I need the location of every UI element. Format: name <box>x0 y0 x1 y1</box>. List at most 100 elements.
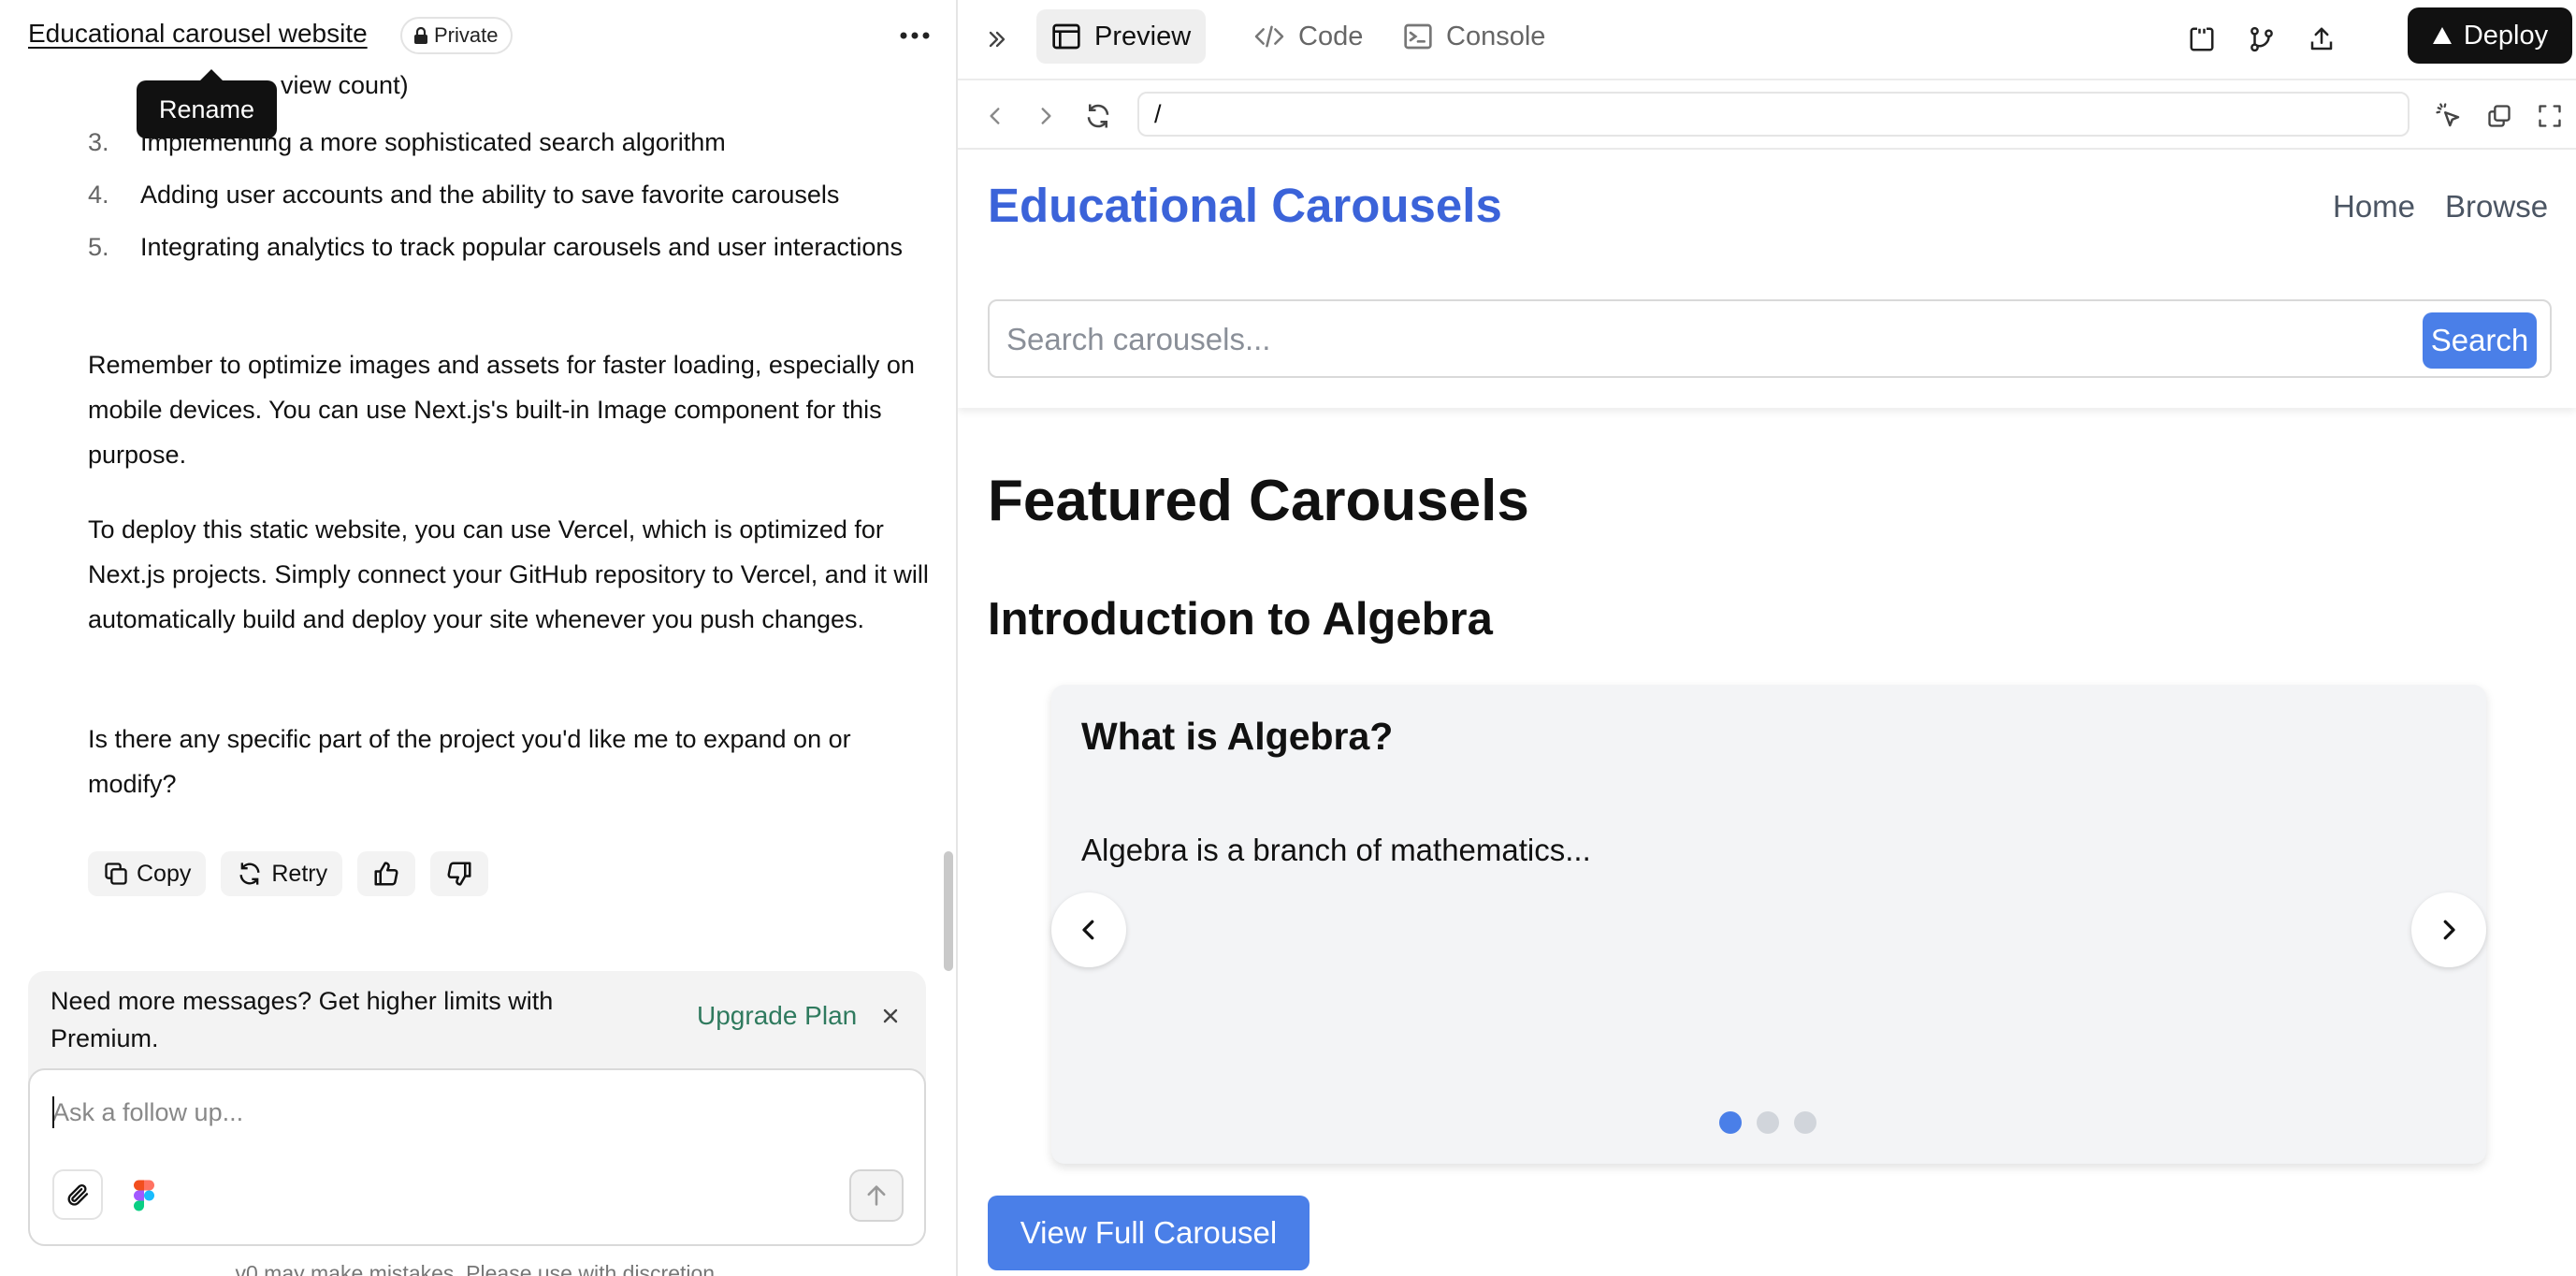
view-full-carousel-button[interactable]: View Full Carousel <box>988 1196 1310 1270</box>
lock-icon <box>413 27 428 44</box>
refresh-icon <box>1084 102 1112 130</box>
retry-button[interactable]: Retry <box>221 851 343 896</box>
chevrons-right-icon <box>984 26 1010 52</box>
collapse-sidebar-button[interactable] <box>978 21 1016 58</box>
search-button[interactable]: Search <box>2423 312 2537 369</box>
message-actions: Copy Retry <box>88 851 489 896</box>
chat-panel: Educational carousel website Private Ren… <box>0 0 956 1276</box>
window-expand-icon <box>2188 25 2216 53</box>
thumbs-up-button[interactable] <box>357 851 416 896</box>
fullscreen-button[interactable] <box>2529 95 2570 137</box>
url-field[interactable]: / <box>1137 92 2410 137</box>
reload-button[interactable] <box>1078 95 1119 137</box>
nav-link-browse[interactable]: Browse <box>2445 189 2548 225</box>
visibility-badge[interactable]: Private <box>400 17 514 54</box>
disclaimer-text: v0 may make mistakes. Please use with di… <box>235 1261 721 1276</box>
rename-tooltip: Rename <box>137 69 278 138</box>
search-input[interactable] <box>1006 316 2316 363</box>
slide-title: What is Algebra? <box>1081 715 1394 758</box>
url-text: / <box>1154 99 1162 128</box>
more-horizontal-icon <box>900 32 930 39</box>
preview-url-bar: / <box>958 82 2576 150</box>
tab-label: Preview <box>1094 21 1192 51</box>
deploy-button[interactable]: Deploy <box>2408 7 2572 64</box>
upgrade-plan-link[interactable]: Upgrade Plan <box>697 1001 857 1031</box>
tab-console[interactable]: Console <box>1388 9 1560 64</box>
follow-up-input[interactable] <box>52 1093 894 1132</box>
close-icon <box>882 1008 899 1024</box>
site-header: Educational Carousels Home Browse Search <box>958 150 2576 408</box>
carousel: What is Algebra? Algebra is a branch of … <box>1051 685 2486 1164</box>
retry-label: Retry <box>271 860 328 887</box>
open-in-new-window-button[interactable] <box>2181 19 2222 60</box>
chevron-right-icon <box>2435 916 2463 944</box>
tab-label: Code <box>1298 21 1364 51</box>
carousel-dot[interactable] <box>1794 1111 1816 1134</box>
list-number: 4. <box>88 181 109 209</box>
response-paragraph: Is there any specific part of the projec… <box>88 725 851 798</box>
list-item: 4. Adding user accounts and the ability … <box>88 172 911 217</box>
slide-text: Algebra is a branch of mathematics... <box>1081 833 1591 867</box>
carousel-next-button[interactable] <box>2411 892 2486 967</box>
project-title[interactable]: Educational carousel website <box>28 19 368 49</box>
more-options-button[interactable] <box>896 17 933 54</box>
arrow-up-icon <box>863 1182 890 1209</box>
open-new-tab-button[interactable] <box>2479 95 2520 137</box>
copy-label: Copy <box>137 860 192 887</box>
close-banner-button[interactable] <box>877 1003 904 1029</box>
upload-icon <box>2308 25 2336 53</box>
site-logo-title[interactable]: Educational Carousels <box>988 178 1502 233</box>
git-branch-icon <box>2248 25 2276 53</box>
paperclip-icon <box>65 1182 91 1208</box>
list-text: Adding user accounts and the ability to … <box>140 181 840 209</box>
share-button[interactable] <box>2301 19 2342 60</box>
list-number: 3. <box>88 128 109 156</box>
chevron-left-icon <box>1075 916 1103 944</box>
figma-import-button[interactable] <box>125 1175 163 1216</box>
thumbs-down-button[interactable] <box>430 851 489 896</box>
element-select-button[interactable] <box>2428 95 2469 137</box>
attach-button[interactable] <box>52 1169 103 1220</box>
chevron-left-icon <box>983 104 1007 128</box>
tab-code[interactable]: Code <box>1238 9 1378 64</box>
truncated-list-line: view count) <box>281 71 409 99</box>
site-nav: Home Browse <box>2333 189 2548 225</box>
code-icon <box>1253 23 1285 50</box>
nav-link-home[interactable]: Home <box>2333 189 2415 225</box>
chevron-right-icon <box>1034 104 1058 128</box>
chat-scrollbar[interactable] <box>944 851 953 971</box>
git-branch-button[interactable] <box>2241 19 2282 60</box>
carousel-title: Introduction to Algebra <box>988 594 1493 645</box>
copy-icon <box>103 861 129 887</box>
text-caret <box>52 1096 54 1128</box>
fullscreen-icon <box>2537 103 2563 129</box>
list-number: 5. <box>88 233 109 261</box>
send-button[interactable] <box>849 1169 904 1222</box>
search-bar: Search <box>988 299 2552 378</box>
numbered-list: 3. Implementing a more sophisticated sea… <box>88 120 911 277</box>
message-composer <box>28 1068 926 1246</box>
tab-label: Console <box>1446 21 1546 51</box>
cursor-click-icon <box>2435 102 2463 130</box>
carousel-dot[interactable] <box>1757 1111 1779 1134</box>
carousel-indicators <box>1719 1111 1816 1134</box>
response-paragraph: Remember to optimize images and assets f… <box>88 351 915 469</box>
list-item: 5. Integrating analytics to track popula… <box>88 225 911 269</box>
featured-heading: Featured Carousels <box>988 469 1529 533</box>
terminal-icon <box>1403 22 1433 51</box>
app-root: Educational carousel website Private Ren… <box>0 0 2576 1276</box>
carousel-prev-button[interactable] <box>1051 892 1126 967</box>
list-text: Integrating analytics to track popular c… <box>140 233 903 261</box>
vercel-triangle-icon <box>2432 26 2453 45</box>
visibility-label: Private <box>434 23 499 47</box>
website-preview: Educational Carousels Home Browse Search… <box>958 150 2576 1276</box>
preview-panel: Preview Code Console Deploy / Educationa… <box>958 0 2576 1276</box>
forward-button[interactable] <box>1025 95 1066 137</box>
browser-window-icon <box>1051 22 1081 51</box>
carousel-dot[interactable] <box>1719 1111 1742 1134</box>
thumbs-down-icon <box>445 860 473 888</box>
copy-window-icon <box>2486 103 2512 129</box>
tab-preview[interactable]: Preview <box>1036 9 1207 64</box>
copy-button[interactable]: Copy <box>88 851 207 896</box>
back-button[interactable] <box>975 95 1016 137</box>
